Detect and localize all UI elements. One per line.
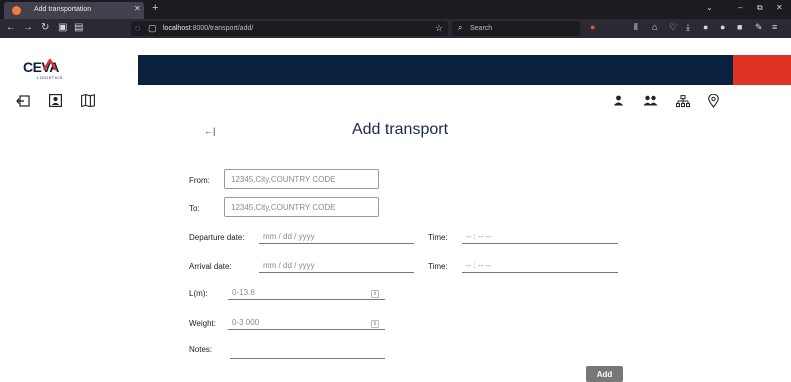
header-band (138, 55, 733, 85)
logo[interactable]: CEVA LOGISTICS (0, 55, 138, 85)
logout-icon[interactable] (16, 95, 30, 107)
bookmarks-panel-icon[interactable]: ▤ (74, 22, 83, 34)
new-tab-icon[interactable]: + (152, 2, 158, 15)
to-label: To: (189, 204, 200, 213)
extension-badge-icon[interactable]: ● (720, 22, 725, 33)
close-window-icon[interactable]: ✕ (776, 3, 783, 13)
add-button[interactable]: Add (586, 366, 623, 382)
weight-stepper-icon[interactable]: ⇕ (371, 320, 379, 328)
from-input[interactable] (224, 169, 379, 189)
user-icon[interactable] (613, 95, 624, 106)
users-icon[interactable] (643, 95, 658, 106)
tab-title: Add transportation (34, 6, 92, 13)
length-label: L(m): (189, 289, 208, 298)
home-icon[interactable]: ⌂ (652, 22, 657, 33)
arrival-date-label: Arrival date: (189, 262, 232, 271)
search-placeholder: Search (470, 25, 493, 32)
location-pin-icon[interactable] (708, 94, 719, 108)
pen-icon[interactable]: ✎ (755, 22, 763, 33)
tab-list-icon[interactable]: ⌄ (706, 3, 713, 13)
weight-input[interactable] (228, 316, 385, 330)
minimize-icon[interactable]: – (738, 3, 742, 13)
departure-time-input[interactable] (462, 230, 618, 244)
pocket-icon[interactable]: ♡ (669, 22, 677, 33)
back-icon[interactable]: ← (6, 22, 16, 34)
length-stepper-icon[interactable]: ⇕ (371, 290, 379, 298)
page-icon[interactable]: ▢ (148, 22, 157, 34)
reload-icon[interactable]: ↻ (41, 22, 49, 34)
extension-icon[interactable]: ▣ (58, 22, 67, 34)
logo-subtext: LOGISTICS (37, 75, 63, 80)
weight-label: Weight: (189, 319, 216, 328)
length-input[interactable] (228, 286, 385, 300)
departure-date-label: Departure date: (189, 233, 245, 242)
restore-icon[interactable]: ⧉ (757, 3, 763, 13)
search-icon: ⌕ (458, 23, 463, 32)
arrival-date-input[interactable] (259, 259, 414, 273)
logo-chevron-icon (43, 59, 57, 71)
arrival-time-label: Time: (428, 262, 448, 271)
favicon-icon (12, 6, 21, 15)
departure-date-input[interactable] (259, 230, 414, 244)
url-text: localhost:8000/transport/add/ (163, 25, 254, 32)
shield-icon[interactable]: ◌ (135, 22, 140, 34)
notes-label: Notes: (189, 345, 213, 354)
browser-tab-bar: Add transportation ✕ + ⌄ – ⧉ ✕ (0, 0, 791, 19)
to-input[interactable] (224, 197, 379, 217)
map-icon[interactable] (81, 94, 95, 107)
menu-icon[interactable]: ≡ (772, 22, 777, 33)
forward-icon[interactable]: → (23, 22, 33, 34)
user-card-icon[interactable] (49, 94, 62, 107)
browser-nav-bar: ← → ↻ ▣ ▤ ◌ ▢ localhost:8000/transport/a… (0, 19, 791, 38)
departure-time-label: Time: (428, 233, 448, 242)
search-bar[interactable]: ⌕ Search (452, 21, 580, 36)
from-label: From: (189, 176, 210, 185)
back-button[interactable]: ←| (204, 126, 215, 136)
download-icon[interactable]: ⤓ (686, 22, 690, 33)
addon-icon[interactable]: ● (590, 22, 595, 33)
header-accent (733, 55, 791, 85)
page-title: Add transport (351, 121, 449, 138)
account-icon[interactable]: ● (703, 22, 708, 33)
notes-input[interactable] (230, 345, 385, 359)
extension-square-icon[interactable]: ■ (737, 22, 742, 33)
bookmark-star-icon[interactable]: ☆ (435, 22, 443, 34)
close-tab-icon[interactable]: ✕ (134, 4, 141, 14)
library-icon[interactable]: ⫴ (634, 22, 638, 33)
url-bar[interactable]: ◌ ▢ localhost:8000/transport/add/ ☆ (131, 21, 448, 36)
sitemap-icon[interactable] (676, 95, 690, 108)
arrival-time-input[interactable] (462, 259, 618, 273)
browser-tab[interactable]: Add transportation ✕ (4, 2, 144, 19)
